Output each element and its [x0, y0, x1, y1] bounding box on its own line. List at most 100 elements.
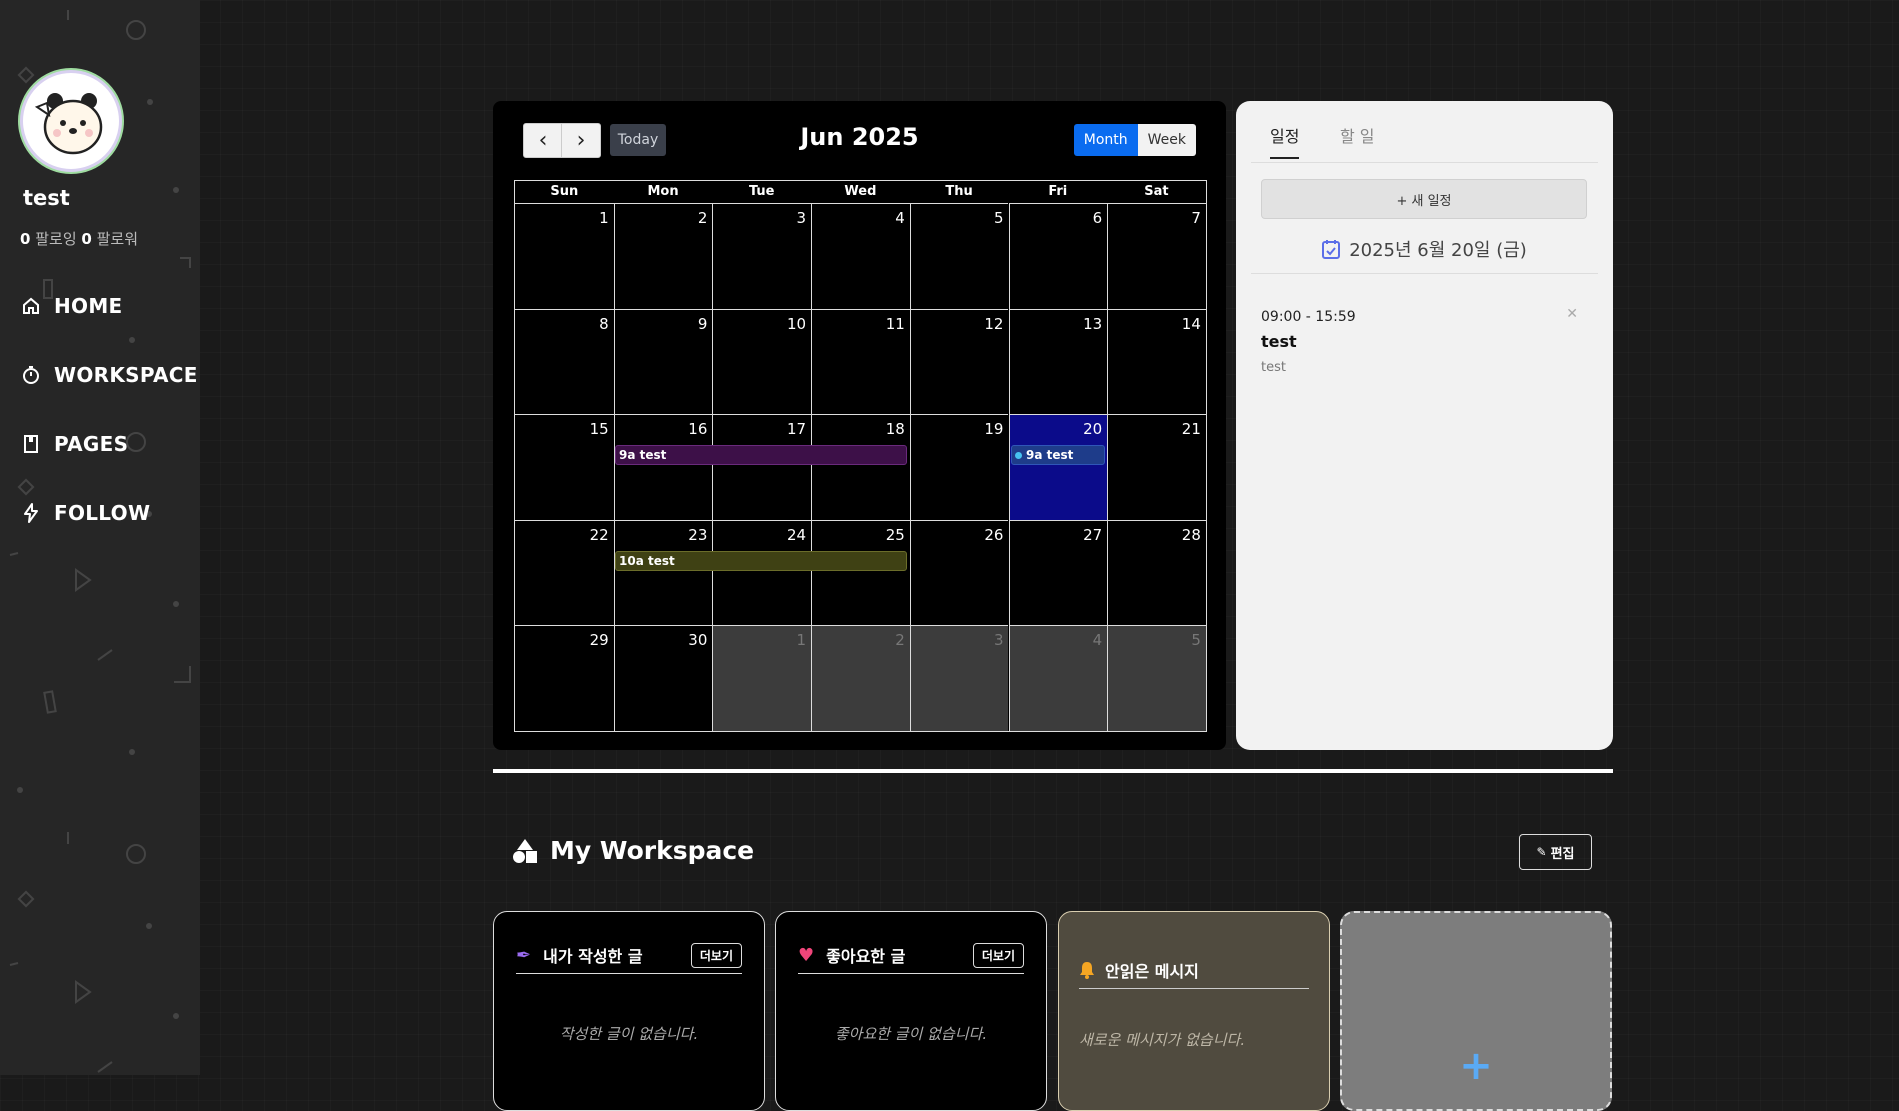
calendar-day-cell[interactable]: 4 [811, 203, 910, 309]
calendar-day-cell[interactable]: 1 [515, 203, 614, 309]
edit-label: 편집 [1550, 846, 1575, 862]
calendar-day-cell[interactable]: 16 [613, 414, 713, 520]
nav-home[interactable]: HOME [20, 291, 123, 321]
view-toggle: Month Week [1073, 124, 1196, 156]
empty-message: 새로운 메시지가 없습니다. [1079, 1031, 1246, 1049]
calendar-day-cell[interactable]: 17 [712, 414, 812, 520]
event-time: 9a [1026, 448, 1043, 462]
calendar-day-cell[interactable]: 11 [811, 308, 910, 414]
weekday-label: Sun [550, 184, 579, 199]
my-posts-card: ✒ 내가 작성한 글 더보기 작성한 글이 없습니다. [493, 911, 765, 1111]
calendar-day-cell[interactable]: 15 [515, 414, 614, 520]
tab-schedule[interactable]: 일정 [1270, 123, 1300, 159]
calendar-event[interactable]: 10a test [615, 551, 907, 571]
day-number: 5 [993, 209, 1004, 227]
calendar-day-cell[interactable]: 3 [909, 625, 1009, 731]
book-icon [20, 433, 42, 455]
day-number: 26 [984, 525, 1004, 544]
calendar-day-cell[interactable]: 5 [909, 203, 1009, 309]
more-button[interactable]: 더보기 [972, 942, 1024, 968]
day-number: 7 [1191, 209, 1201, 227]
nav-workspace[interactable]: WORKSPACE [20, 360, 198, 390]
weekday-label: Tue [748, 184, 775, 199]
following-label[interactable]: 팔로잉 [35, 230, 76, 248]
nav-pages[interactable]: PAGES [20, 429, 128, 459]
avatar[interactable] [20, 70, 122, 172]
empty-message: 작성한 글이 없습니다. [559, 1025, 699, 1043]
follower-label[interactable]: 팔로워 [97, 230, 138, 248]
calendar-day-cell[interactable]: 28 [1107, 519, 1206, 625]
calendar-day-cell[interactable]: 3 [712, 203, 812, 309]
home-icon [20, 295, 42, 317]
calendar-day-cell[interactable]: 14 [1107, 308, 1206, 414]
calendar-day-cell[interactable]: 22 [515, 519, 614, 626]
calendar-day-cell[interactable]: 1 [712, 625, 812, 731]
calendar-day-cell[interactable]: 12 [909, 308, 1009, 414]
add-widget-card[interactable]: + [1340, 911, 1612, 1111]
calendar-day-cell[interactable]: 9 [613, 308, 713, 414]
calendar-day-cell[interactable]: 4 [1008, 625, 1108, 731]
calendar-day-cell[interactable]: 18 [811, 414, 910, 520]
stopwatch-icon [20, 364, 42, 386]
day-number: 13 [1083, 314, 1103, 333]
month-grid: Sun Mon Tue Wed Thu Fri Sat 1 2 3 4 5 6 7 8 9 10 1… [514, 180, 1207, 732]
calendar-day-cell[interactable]: 19 [909, 414, 1009, 520]
more-button[interactable]: 더보기 [690, 942, 742, 968]
plus-icon: + [1459, 1043, 1493, 1089]
calendar-day-cell[interactable]: 25 [811, 519, 910, 625]
section-divider [493, 769, 1613, 773]
day-number: 30 [688, 631, 708, 649]
day-number: 25 [885, 525, 905, 544]
day-number: 1 [796, 631, 807, 649]
calendar-day-cell[interactable]: 13 [1008, 308, 1108, 414]
calendar-event[interactable]: 9a test [615, 445, 907, 465]
day-number: 23 [688, 525, 708, 544]
liked-posts-card: ♥ 좋아요한 글 더보기 좋아요한 글이 없습니다. [775, 911, 1047, 1111]
calendar-day-cell[interactable]: 21 [1107, 414, 1206, 520]
card-header: ♥ 좋아요한 글 더보기 [798, 937, 1024, 974]
edit-workspace-button[interactable]: ✎ 편집 [1519, 834, 1592, 870]
calendar-event[interactable]: 9a test [1011, 445, 1105, 465]
date-divider [1251, 273, 1598, 274]
calendar-day-cell[interactable]: 2 [811, 625, 910, 731]
calendar-day-cell[interactable]: 27 [1008, 519, 1108, 625]
calendar-day-cell[interactable]: 5 [1107, 625, 1206, 731]
calendar-day-cell[interactable]: 8 [515, 308, 614, 415]
tab-todo[interactable]: 할 일 [1340, 123, 1375, 157]
heart-icon: ♥ [798, 944, 815, 966]
delete-schedule-icon[interactable]: ✕ [1566, 306, 1578, 322]
calendar-day-cell[interactable]: 10 [712, 308, 812, 414]
calendar-day-cell[interactable]: 20 [1008, 414, 1108, 520]
nav-follow[interactable]: FOLLOW [20, 498, 150, 528]
username: test [23, 186, 70, 210]
nav-home-label: HOME [54, 294, 123, 318]
selected-date: 2025년 6월 20일 (금) [1349, 240, 1527, 261]
calendar-day-cell[interactable]: 26 [909, 519, 1009, 625]
week-view-button[interactable]: Week [1137, 124, 1196, 156]
nav-pages-label: PAGES [54, 432, 129, 456]
calendar-day-cell[interactable]: 30 [613, 625, 713, 731]
day-number: 22 [589, 525, 609, 544]
schedule-panel: 일정 할 일 + 새 일정 2025년 6월 20일 (금) 09:00 - 1… [1236, 101, 1613, 750]
weekday-label: Wed [844, 184, 877, 199]
schedule-item-title[interactable]: test [1261, 332, 1297, 351]
schedule-item-time: 09:00 - 15:59 [1261, 309, 1356, 325]
card-title: 내가 작성한 글 [543, 947, 643, 966]
new-schedule-button[interactable]: + 새 일정 [1261, 179, 1587, 219]
month-view-button[interactable]: Month [1073, 124, 1138, 156]
day-number: 3 [993, 631, 1004, 649]
calendar-day-cell[interactable]: 2 [613, 203, 713, 309]
day-number: 3 [796, 209, 807, 227]
hamster-avatar-icon [34, 93, 103, 155]
calendar-day-cell[interactable]: 29 [515, 625, 614, 731]
day-number: 12 [984, 314, 1004, 333]
calendar-day-cell[interactable]: 23 [613, 519, 713, 625]
calendar-day-cell[interactable]: 7 [1107, 203, 1206, 309]
day-number: 2 [697, 209, 708, 227]
weekday-label: Mon [647, 184, 679, 199]
empty-message: 좋아요한 글이 없습니다. [834, 1025, 988, 1043]
card-header: 안읽은 메시지 [1079, 952, 1309, 989]
calendar-day-cell[interactable]: 6 [1008, 203, 1108, 309]
calendar-day-cell[interactable]: 24 [712, 519, 812, 625]
day-number: 28 [1181, 525, 1201, 544]
